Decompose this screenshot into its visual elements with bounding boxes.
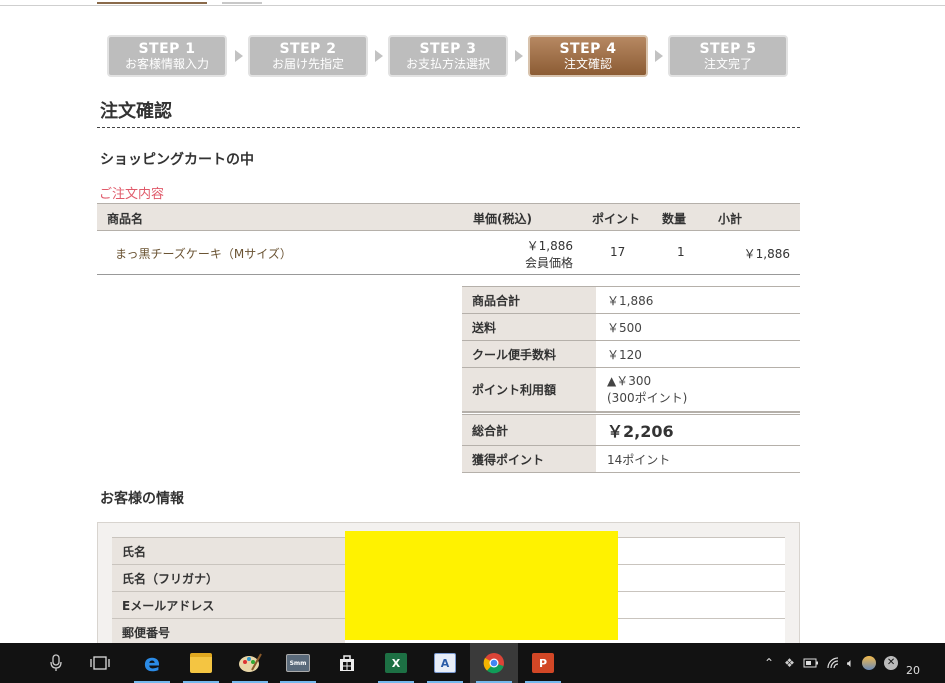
points-used-label: ポイント利用額	[462, 368, 596, 411]
step-4-label: 注文確認	[563, 57, 612, 71]
app-icon[interactable]: Smm	[274, 643, 322, 683]
breadcrumb-current	[222, 2, 262, 4]
step-1-label: お客様情報入力	[124, 57, 209, 71]
postal-label: 郵便番号	[112, 619, 345, 645]
shipping-value: ￥500	[607, 320, 642, 335]
task-view-icon[interactable]	[76, 643, 124, 683]
col-header-subtotal: 小計	[718, 212, 743, 226]
edge-icon[interactable]: e	[128, 643, 176, 683]
step-arrow-icon	[375, 50, 383, 62]
product-name-link[interactable]: まっ黒チーズケーキ（Mサイズ）	[115, 245, 292, 262]
step-5: STEP 5 注文完了	[668, 35, 788, 77]
step-2-number: STEP 2	[279, 41, 337, 57]
totals-row-goods: 商品合計 ￥1,886	[462, 287, 800, 314]
col-header-qty: 数量	[662, 212, 687, 226]
step-arrow-icon	[515, 50, 523, 62]
goods-total-label: 商品合計	[462, 287, 596, 313]
dropbox-icon[interactable]: ❖	[784, 656, 795, 670]
totals-row-cool: クール便手数料 ￥120	[462, 341, 800, 368]
redaction-block	[345, 531, 618, 640]
grand-total-label: 総合計	[462, 415, 596, 445]
table-row: まっ黒チーズケーキ（Mサイズ） ￥1,886 会員価格 17 1 ￥1,886	[97, 231, 800, 275]
name-label: 氏名	[112, 538, 345, 564]
microphone-icon[interactable]	[32, 643, 80, 683]
page-title: 注文確認	[100, 101, 172, 122]
item-points: 17	[610, 245, 626, 259]
store-icon[interactable]	[323, 643, 371, 683]
wifi-icon[interactable]	[827, 657, 841, 669]
cool-fee-label: クール便手数料	[462, 341, 596, 367]
battery-icon[interactable]	[803, 658, 819, 668]
cart-table: 商品名 単価(税込) ポイント 数量 小計 まっ黒チーズケーキ（Mサイズ） ￥1…	[97, 203, 800, 275]
cool-fee-value: ￥120	[607, 347, 642, 362]
order-heading: ご注文内容	[99, 187, 165, 202]
clock-text[interactable]: 20	[906, 664, 920, 677]
shipping-label: 送料	[462, 314, 596, 340]
totals-table: 商品合計 ￥1,886 送料 ￥500 クール便手数料 ￥120 ポイント利用額…	[462, 286, 800, 473]
item-subtotal: ￥1,886	[743, 247, 790, 261]
checkout-steps: STEP 1 お客様情報入力 STEP 2 お届け先指定 STEP 3 お支払方…	[107, 35, 797, 77]
points-used-value: ▲￥300	[607, 373, 652, 388]
step-1-number: STEP 1	[138, 41, 196, 57]
customer-heading: お客様の情報	[100, 491, 184, 507]
step-2-label: お届け先指定	[271, 57, 344, 71]
step-3-label: お支払方法選択	[405, 57, 490, 71]
totals-row-grand: 総合計 ￥2,206	[462, 412, 800, 446]
close-icon[interactable]: ✕	[884, 656, 899, 670]
totals-row-shipping: 送料 ￥500	[462, 314, 800, 341]
col-header-price: 単価(税込)	[473, 212, 532, 226]
goods-total-value: ￥1,886	[607, 293, 654, 308]
chrome-icon[interactable]	[470, 643, 518, 683]
totals-row-points-used: ポイント利用額 ▲￥300 (300ポイント)	[462, 368, 800, 412]
points-used-note: (300ポイント)	[607, 390, 688, 405]
powerpoint-icon[interactable]: P	[519, 643, 567, 683]
volume-icon[interactable]: 🔈︎	[847, 656, 854, 671]
step-5-number: STEP 5	[699, 41, 757, 57]
step-arrow-icon	[235, 50, 243, 62]
step-1: STEP 1 お客様情報入力	[107, 35, 227, 77]
col-header-name: 商品名	[107, 212, 144, 226]
chevron-up-icon[interactable]: ⌃	[764, 656, 774, 670]
unit-price: ￥1,886	[526, 239, 573, 253]
step-arrow-icon	[655, 50, 663, 62]
email-label: Eメールアドレス	[112, 592, 345, 618]
title-divider	[97, 127, 800, 128]
totals-row-earned: 獲得ポイント 14ポイント	[462, 446, 800, 473]
earned-points-value: 14ポイント	[607, 452, 671, 467]
kana-label: 氏名（フリガナ）	[112, 565, 345, 591]
weather-icon[interactable]	[862, 656, 877, 670]
grand-total-value: ￥2,206	[607, 422, 674, 441]
system-tray: ⌃ ❖ 🔈︎ ✕ 20	[764, 643, 920, 683]
excel-icon[interactable]: X	[372, 643, 420, 683]
item-quantity: 1	[677, 245, 685, 259]
step-4-number: STEP 4	[559, 41, 617, 57]
top-border	[0, 0, 945, 6]
step-3: STEP 3 お支払方法選択	[388, 35, 508, 77]
col-header-points: ポイント	[592, 212, 641, 226]
cart-heading: ショッピングカートの中	[100, 152, 254, 168]
step-3-number: STEP 3	[419, 41, 477, 57]
cart-table-header: 商品名 単価(税込) ポイント 数量 小計	[97, 203, 800, 231]
taskbar: e Smm X A P ⌃ ❖ 🔈︎ ✕ 20	[0, 643, 945, 683]
breadcrumb-link[interactable]	[97, 2, 207, 4]
file-explorer-icon[interactable]	[177, 643, 225, 683]
step-2: STEP 2 お届け先指定	[248, 35, 368, 77]
earned-points-label: 獲得ポイント	[462, 446, 596, 472]
points-used-cell: ▲￥300 (300ポイント)	[596, 368, 800, 411]
member-price-note: 会員価格	[524, 256, 573, 270]
step-5-label: 注文完了	[703, 57, 752, 71]
step-4-active: STEP 4 注文確認	[528, 35, 648, 77]
access-icon[interactable]: A	[421, 643, 469, 683]
paint-icon[interactable]	[226, 643, 274, 683]
